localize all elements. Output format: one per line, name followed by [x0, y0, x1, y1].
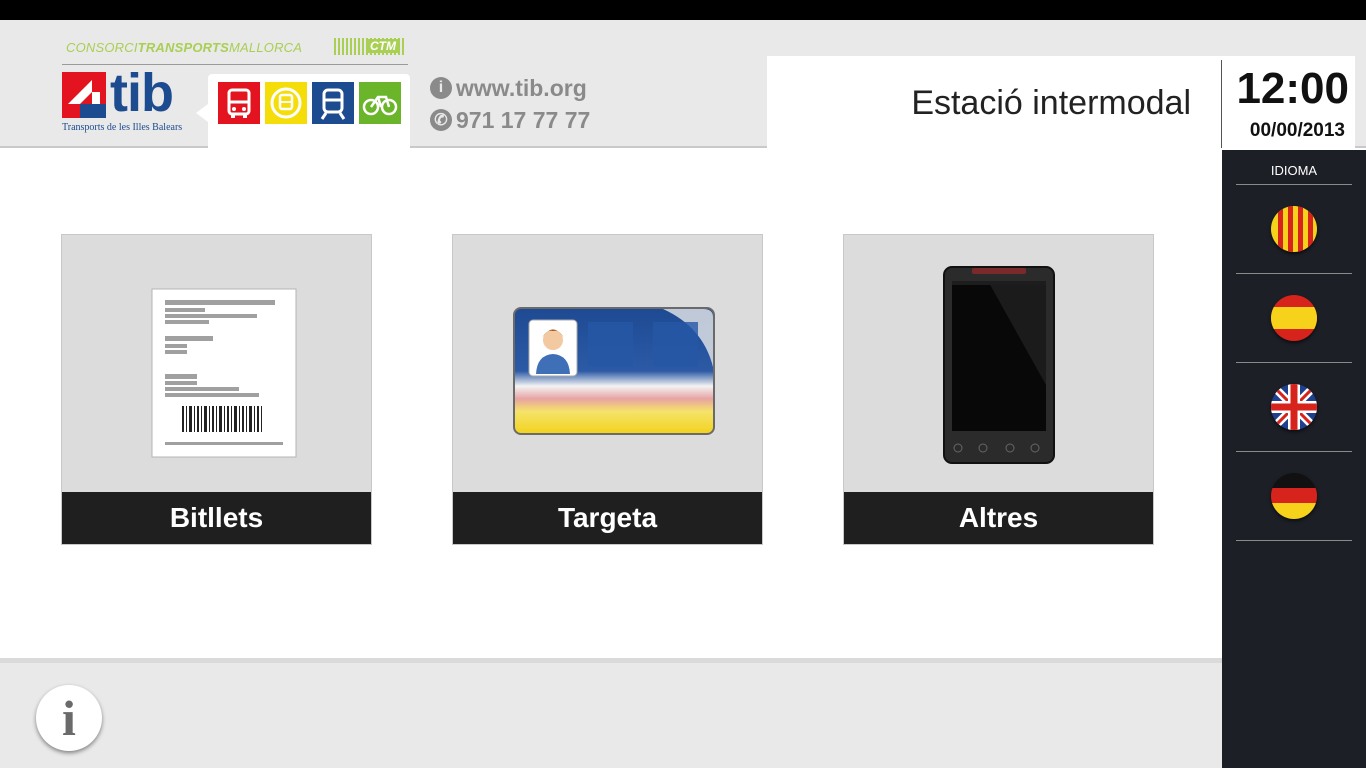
tib-logo-icon	[62, 72, 106, 118]
tile-altres[interactable]: Altres	[843, 234, 1154, 545]
station-name: Estació intermodal	[911, 84, 1191, 122]
language-option-spanish[interactable]	[1236, 274, 1352, 363]
uk-flag-icon	[1271, 384, 1317, 430]
station-divider	[1221, 60, 1222, 148]
consorci-logo-text: CONSORCITRANSPORTSMALLORCA	[66, 40, 303, 55]
tile-label: Targeta	[453, 492, 762, 544]
tile-label: Bitllets	[62, 492, 371, 544]
contact-info: i www.tib.org ✆ 971 17 77 77	[430, 72, 590, 136]
tile-bitllets[interactable]: Bitllets	[61, 234, 372, 545]
station-panel: Estació intermodal 12:00 00/00/2013	[767, 56, 1355, 154]
language-title: IDIOMA	[1236, 163, 1352, 185]
info-button[interactable]: i	[36, 685, 102, 751]
transport-modes	[196, 74, 410, 152]
smartphone-icon	[943, 266, 1055, 464]
bicycle-icon	[359, 82, 401, 124]
phone-number: 971 17 77 77	[456, 106, 591, 133]
website-link[interactable]: www.tib.org	[456, 75, 587, 102]
main-content: Bitllets Targeta Altres	[0, 150, 1222, 658]
bus-icon	[218, 82, 260, 124]
footer: i	[0, 658, 1222, 768]
spanish-flag-icon	[1271, 295, 1317, 341]
german-flag-icon	[1271, 473, 1317, 519]
tile-label: Altres	[844, 492, 1153, 544]
ctm-logo: CTM	[334, 38, 406, 55]
top-black-bar	[0, 0, 1366, 20]
language-option-german[interactable]	[1236, 452, 1352, 541]
ticket-icon	[151, 288, 297, 458]
phone-icon: ✆	[430, 109, 452, 131]
language-option-english[interactable]	[1236, 363, 1352, 452]
header: CONSORCITRANSPORTSMALLORCA CTM tib Trans…	[0, 20, 1366, 154]
card-icon	[513, 307, 715, 435]
language-option-catalan[interactable]	[1236, 185, 1352, 274]
info-icon: i	[62, 690, 76, 746]
language-sidebar: IDIOMA	[1222, 150, 1366, 768]
train-icon	[312, 82, 354, 124]
tib-brand: tib	[110, 63, 174, 123]
catalan-flag-icon	[1271, 206, 1317, 252]
clock-time: 12:00	[1236, 64, 1349, 113]
clock-date: 00/00/2013	[1249, 120, 1345, 141]
tile-targeta[interactable]: Targeta	[452, 234, 763, 545]
tib-subtitle: Transports de les Illes Balears	[62, 122, 183, 133]
info-circle-icon: i	[430, 77, 452, 99]
metro-icon	[265, 82, 307, 124]
